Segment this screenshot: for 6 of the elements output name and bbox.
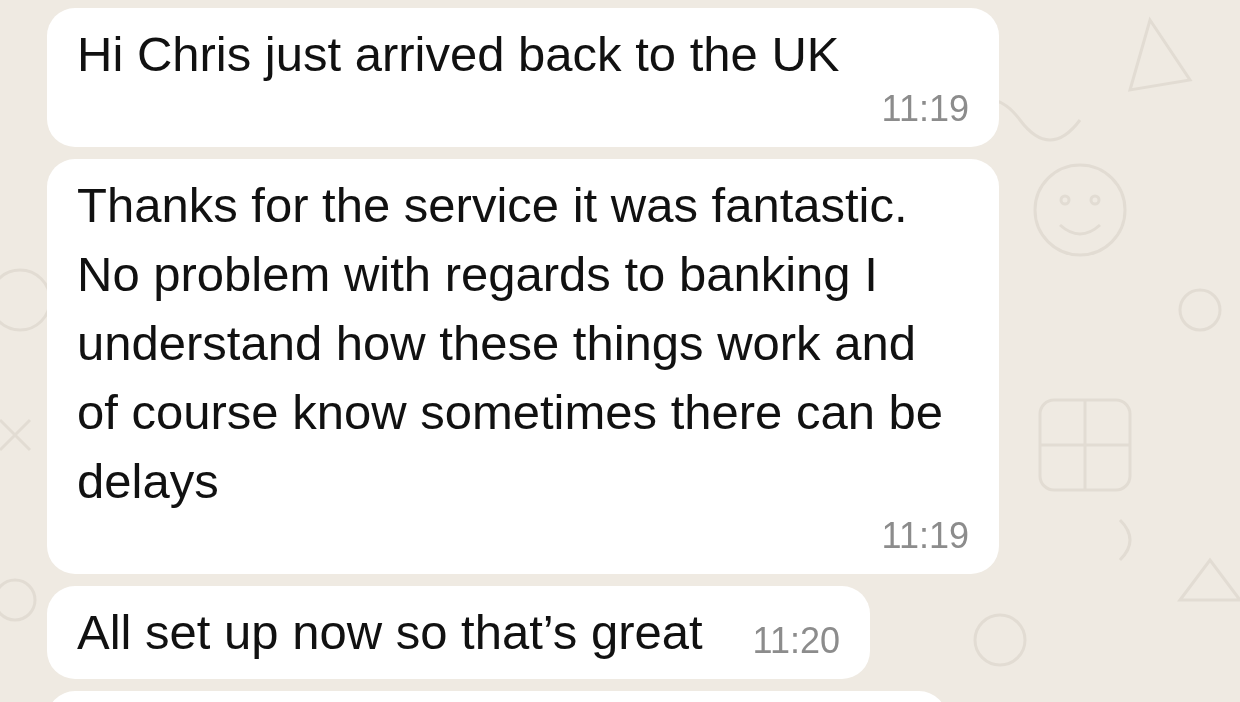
message-time: 11:20 — [752, 621, 840, 663]
message-text: Thanks for the service it was fantastic. No problem with regards to banking I understand how these things work and of course know sometimes there can be delays — [77, 177, 945, 510]
message-text: Hi Chris just arrived back to the UK — [77, 26, 840, 83]
message-time: 11:19 — [881, 89, 969, 131]
message-text: All set up now so that’s great — [77, 604, 703, 661]
message-time: 11:19 — [881, 516, 969, 558]
